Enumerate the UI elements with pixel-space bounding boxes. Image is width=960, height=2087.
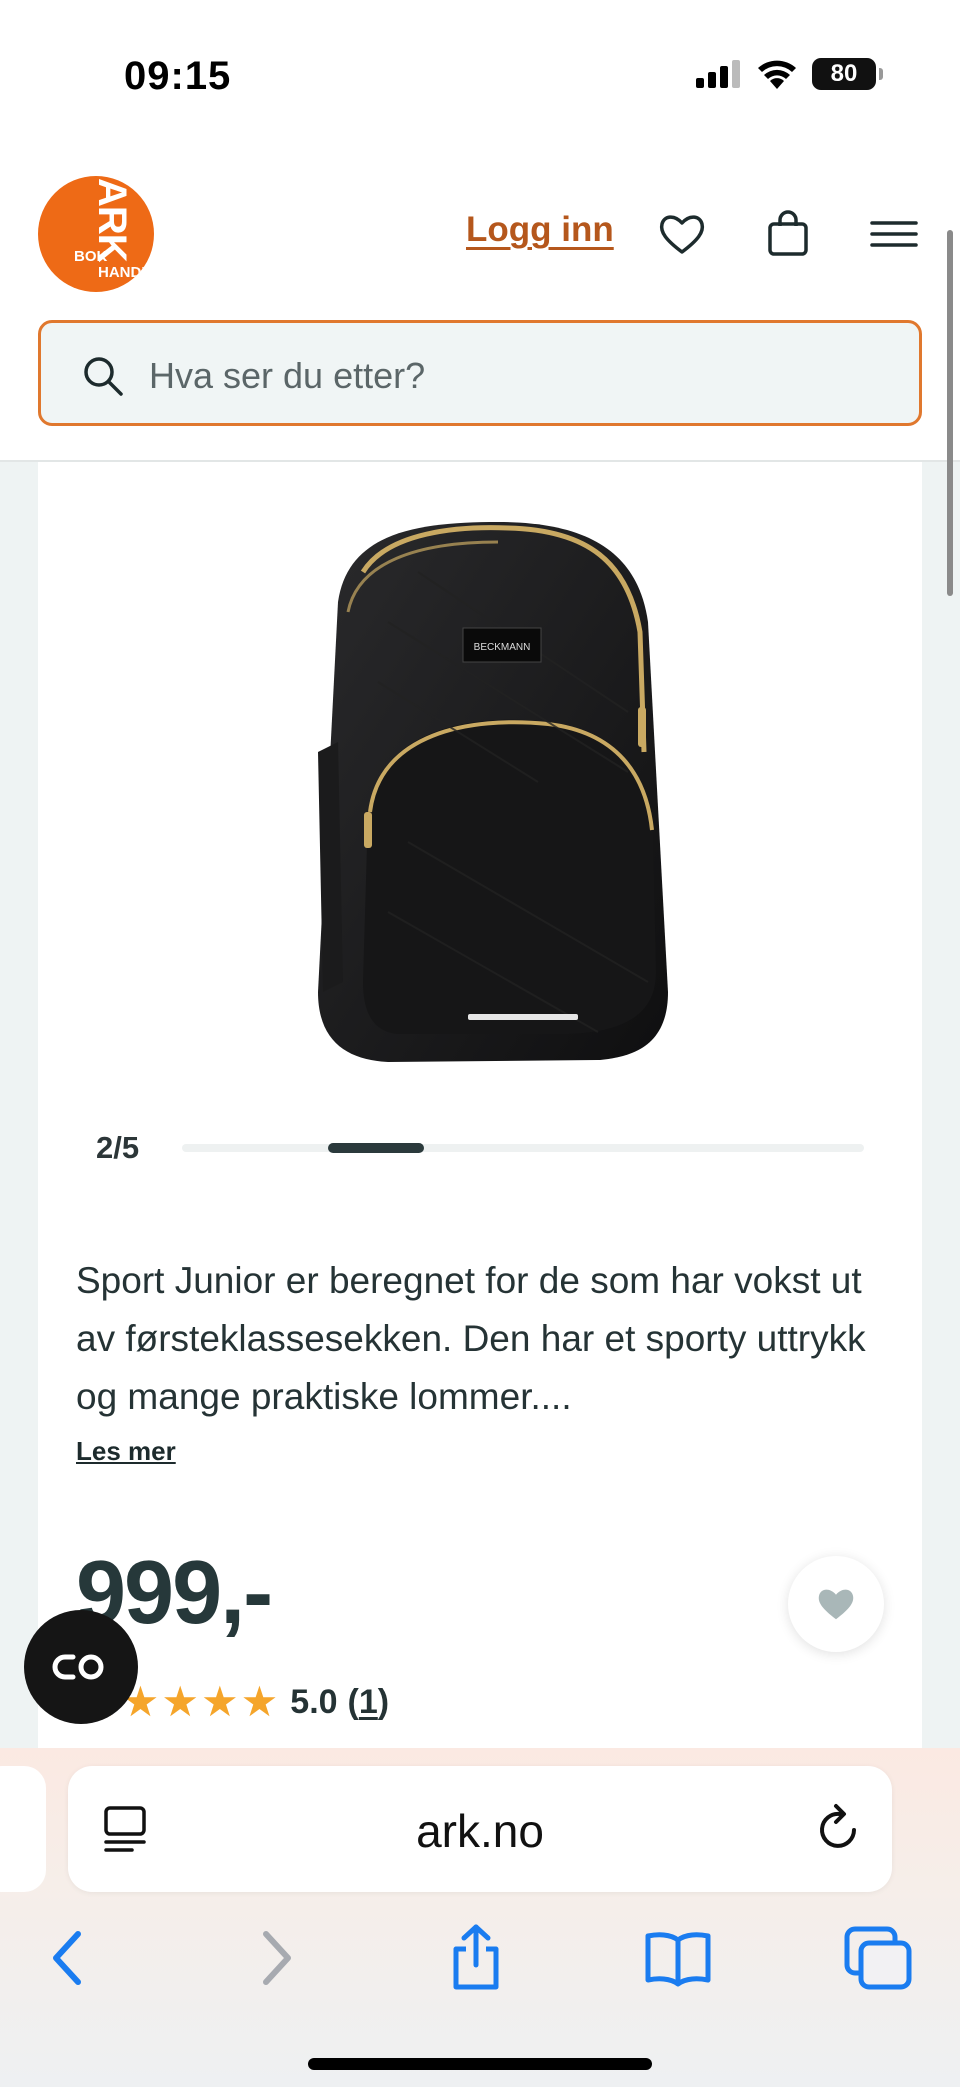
site-header: ARK BOK HANDEL Logg inn Hva ser du etter… <box>0 150 960 462</box>
status-bar: 09:15 80 <box>0 0 960 150</box>
chat-icon <box>52 1654 104 1680</box>
review-count-value: 1 <box>358 1682 378 1721</box>
home-indicator[interactable] <box>308 2058 652 2070</box>
search-input[interactable]: Hva ser du etter? <box>38 320 922 426</box>
review-count-open: ( <box>347 1682 359 1721</box>
back-icon <box>53 1931 81 1985</box>
tabs-button[interactable] <box>840 1920 916 1996</box>
url-text: ark.no <box>416 1805 544 1857</box>
star-icon: ★ <box>240 1678 279 1725</box>
rating-score: 5.0 <box>290 1682 338 1721</box>
read-more-link[interactable]: Les mer <box>76 1436 176 1467</box>
reload-icon[interactable] <box>814 1800 864 1856</box>
back-button[interactable] <box>30 1920 106 1996</box>
product-description: Sport Junior er beregnet for de som har … <box>76 1260 866 1417</box>
bookmarks-button[interactable] <box>640 1920 716 1996</box>
star-icon: ★ <box>161 1678 199 1725</box>
logo-text-bok: BOK <box>74 248 108 265</box>
product-card: BECKMANN 2/5 Sport Junior er beregnet fo… <box>38 462 922 1748</box>
forward-icon <box>263 1931 291 1985</box>
previous-tab-preview[interactable] <box>0 1766 46 1892</box>
forward-button[interactable] <box>238 1920 314 1996</box>
address-bar[interactable]: ark.no <box>68 1766 892 1892</box>
image-pager-thumb[interactable] <box>328 1143 424 1153</box>
search-placeholder: Hva ser du etter? <box>149 355 426 396</box>
login-link[interactable]: Logg inn <box>466 210 614 250</box>
favorite-button[interactable] <box>788 1556 884 1652</box>
menu-icon[interactable] <box>868 208 920 260</box>
review-count-close: ) <box>377 1682 390 1721</box>
bookmarks-icon <box>645 1932 711 1987</box>
image-pager-track[interactable] <box>182 1144 864 1152</box>
image-counter: 2/5 <box>96 1130 140 1165</box>
browser-bottom-bar: ark.no <box>0 1748 960 2087</box>
bag-brand-label: BECKMANN <box>474 642 531 653</box>
share-icon <box>453 1924 499 1990</box>
search-icon <box>84 357 123 396</box>
wifi-icon <box>758 60 796 89</box>
status-time: 09:15 <box>124 54 232 98</box>
tabs-icon <box>844 1926 912 1990</box>
ark-logo[interactable]: ARK BOK HANDEL <box>38 176 154 292</box>
chat-button[interactable] <box>24 1610 138 1724</box>
heart-icon[interactable] <box>656 208 708 260</box>
heart-filled-icon <box>818 1589 854 1620</box>
status-icons: 80 <box>696 58 883 90</box>
page-scrollbar[interactable] <box>947 230 953 596</box>
share-button[interactable] <box>438 1920 514 1996</box>
logo-text-handel: HANDEL <box>98 264 154 281</box>
battery-icon: 80 <box>812 58 883 90</box>
bag-icon[interactable] <box>762 208 814 260</box>
signal-icon <box>696 60 740 88</box>
review-count[interactable]: (1) <box>348 1683 390 1722</box>
star-icon: ★ <box>200 1678 239 1725</box>
product-image[interactable]: BECKMANN <box>268 512 708 1072</box>
